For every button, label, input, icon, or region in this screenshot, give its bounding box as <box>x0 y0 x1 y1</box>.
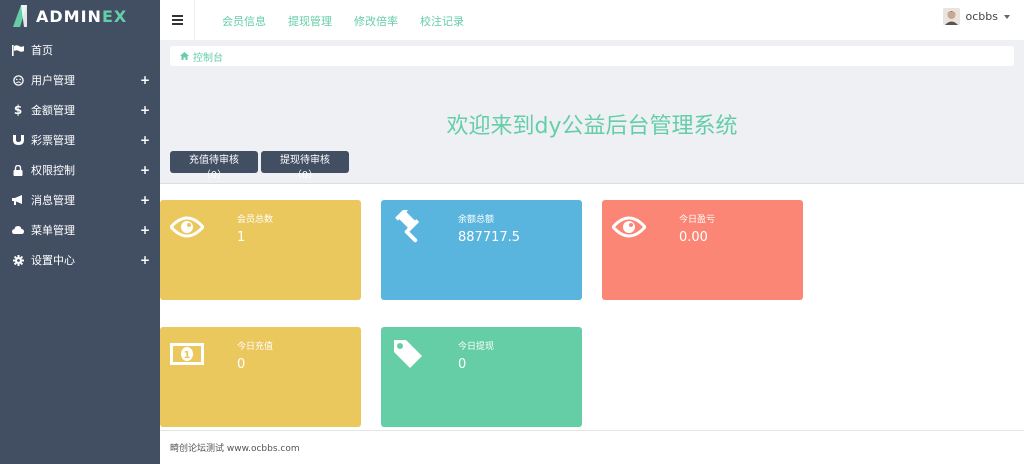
sidebar-item-amount[interactable]: $ 金额管理 + <box>0 95 160 125</box>
money-icon: 1 <box>169 339 205 369</box>
expand-icon[interactable]: + <box>140 193 150 207</box>
stat-value: 0 <box>458 357 467 372</box>
stat-value: 0 <box>237 357 246 372</box>
stat-card-balance[interactable]: 余额总额 887717.5 <box>381 200 582 300</box>
stat-title: 今日充值 <box>237 342 274 352</box>
sidebar-item-menus[interactable]: 菜单管理 + <box>0 215 160 245</box>
gear-icon <box>12 254 24 266</box>
tag-icon <box>390 339 426 369</box>
bullhorn-icon <box>12 194 24 206</box>
expand-icon[interactable]: + <box>140 133 150 147</box>
page-title: 欢迎来到dy公益后台管理系统 <box>446 114 738 139</box>
cloud-icon <box>12 224 24 236</box>
nav-withdraw-management[interactable]: 提现管理 <box>288 13 332 29</box>
stat-value: 887717.5 <box>458 230 521 245</box>
face-icon <box>12 74 24 86</box>
recharge-review-button[interactable]: 充值待审核（0） <box>170 151 258 181</box>
sidebar-item-label: 设置中心 <box>31 254 75 267</box>
logo-icon <box>13 5 27 27</box>
nav-modify-rate[interactable]: 修改倍率 <box>354 13 398 29</box>
expand-icon[interactable]: + <box>140 223 150 237</box>
sidebar-item-label: 消息管理 <box>31 194 75 207</box>
avatar <box>942 8 960 25</box>
breadcrumb: 控制台 <box>170 46 1014 66</box>
sidebar-item-label: 首页 <box>31 44 53 57</box>
stat-card-profit[interactable]: 今日盈亏 0.00 <box>602 200 803 300</box>
sidebar-menu: 首页 用户管理 + $ 金额管理 + 彩票管理 + 权限控制 + 消息管理 + … <box>0 35 160 275</box>
sidebar-item-label: 权限控制 <box>31 164 75 177</box>
stat-card-recharge[interactable]: 1 今日充值 0 <box>160 327 361 427</box>
footer: 畸创论坛测试 www.ocbbs.com <box>160 430 1024 464</box>
stat-title: 余额总额 <box>458 215 495 225</box>
sidebar: ADMINEX 首页 用户管理 + $ 金额管理 + 彩票管理 + 权限控制 +… <box>0 0 160 464</box>
menu-toggle-button[interactable] <box>160 0 195 40</box>
sidebar-item-permissions[interactable]: 权限控制 + <box>0 155 160 185</box>
stat-title: 今日提现 <box>458 342 495 352</box>
nav-member-info[interactable]: 会员信息 <box>222 13 266 29</box>
stat-value: 0.00 <box>679 230 708 245</box>
sidebar-item-home[interactable]: 首页 <box>0 35 160 65</box>
magnet-icon <box>12 134 24 146</box>
sidebar-item-lottery[interactable]: 彩票管理 + <box>0 125 160 155</box>
user-menu[interactable]: ocbbs <box>942 8 1010 25</box>
brand-name: ADMIN <box>36 6 102 26</box>
eye-icon <box>169 212 205 242</box>
top-header: 会员信息 提现管理 修改倍率 校注记录 ocbbs <box>160 0 1024 40</box>
sidebar-item-label: 菜单管理 <box>31 224 75 237</box>
top-nav: 会员信息 提现管理 修改倍率 校注记录 <box>222 13 464 29</box>
expand-icon[interactable]: + <box>140 163 150 177</box>
username: ocbbs <box>965 10 998 23</box>
expand-icon[interactable]: + <box>140 103 150 117</box>
flag-icon <box>12 44 24 56</box>
sidebar-item-messages[interactable]: 消息管理 + <box>0 185 160 215</box>
sidebar-item-settings[interactable]: 设置中心 + <box>0 245 160 275</box>
sidebar-item-label: 用户管理 <box>31 74 75 87</box>
brand-accent: EX <box>101 6 128 26</box>
stat-title: 会员总数 <box>237 215 274 225</box>
home-icon <box>180 52 189 60</box>
eye-icon <box>611 212 647 242</box>
dollar-icon: $ <box>13 103 23 117</box>
stat-card-members[interactable]: 会员总数 1 <box>160 200 361 300</box>
logo[interactable]: ADMINEX <box>0 0 160 32</box>
lock-icon <box>12 164 24 176</box>
sidebar-item-users[interactable]: 用户管理 + <box>0 65 160 95</box>
svg-text:1: 1 <box>184 350 191 361</box>
expand-icon[interactable]: + <box>140 73 150 87</box>
stat-title: 今日盈亏 <box>679 215 716 225</box>
withdraw-review-button[interactable]: 提现待审核（0） <box>261 151 349 181</box>
sidebar-item-label: 金额管理 <box>31 104 75 117</box>
nav-bet-records[interactable]: 校注记录 <box>420 13 464 29</box>
gavel-icon <box>390 210 426 243</box>
breadcrumb-dashboard[interactable]: 控制台 <box>193 49 223 64</box>
stat-value: 1 <box>237 230 246 245</box>
sidebar-item-label: 彩票管理 <box>31 134 75 147</box>
expand-icon[interactable]: + <box>140 253 150 267</box>
stat-card-withdraw[interactable]: 今日提现 0 <box>381 327 582 427</box>
hamburger-icon <box>171 15 183 25</box>
caret-down-icon <box>1004 14 1010 19</box>
